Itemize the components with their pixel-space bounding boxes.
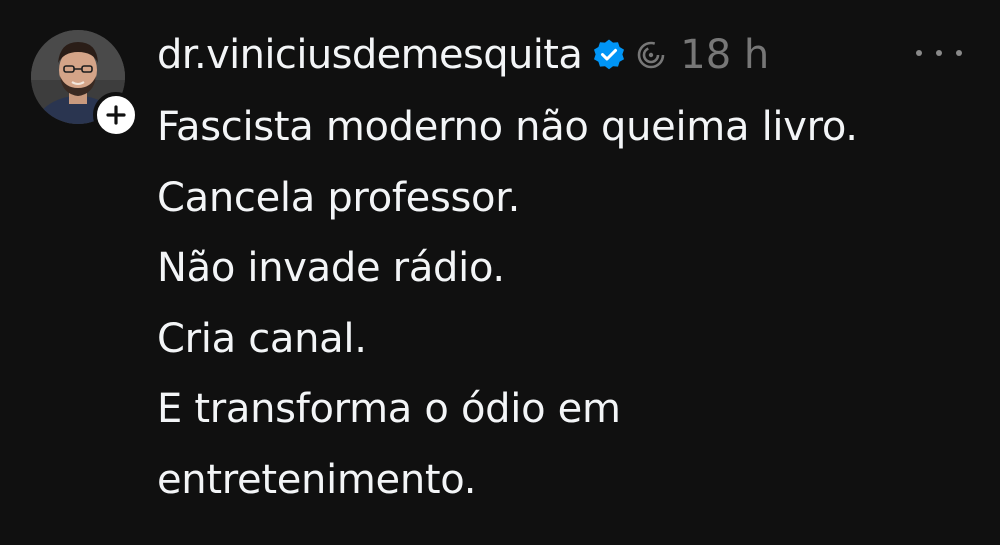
post-line: Fascista moderno não queima livro. <box>157 104 858 150</box>
post-body: Fascista moderno não queima livro. Cance… <box>157 92 977 515</box>
post-line: E transforma o ódio em <box>157 386 621 432</box>
post-header: dr.viniciusdemesquita 18 h <box>157 28 769 82</box>
more-dot <box>936 50 942 56</box>
more-options-icon[interactable] <box>916 40 962 66</box>
avatar-container[interactable] <box>31 30 139 138</box>
post-line: Cria canal. <box>157 315 367 362</box>
follow-button[interactable] <box>93 92 139 138</box>
plus-icon <box>106 105 126 125</box>
username[interactable]: dr.viniciusdemesquita <box>157 32 583 78</box>
ai-spiral-icon[interactable] <box>636 40 666 70</box>
verified-badge-icon <box>592 38 626 72</box>
thread-post: dr.viniciusdemesquita 18 h Fascista mode… <box>0 0 1000 545</box>
post-timestamp[interactable]: 18 h <box>680 32 769 78</box>
more-dot <box>956 50 962 56</box>
post-line: Cancela professor. <box>157 174 521 221</box>
more-dot <box>916 50 922 56</box>
post-line: entretenimento. <box>157 456 477 503</box>
post-line: Não invade rádio. <box>157 245 505 291</box>
